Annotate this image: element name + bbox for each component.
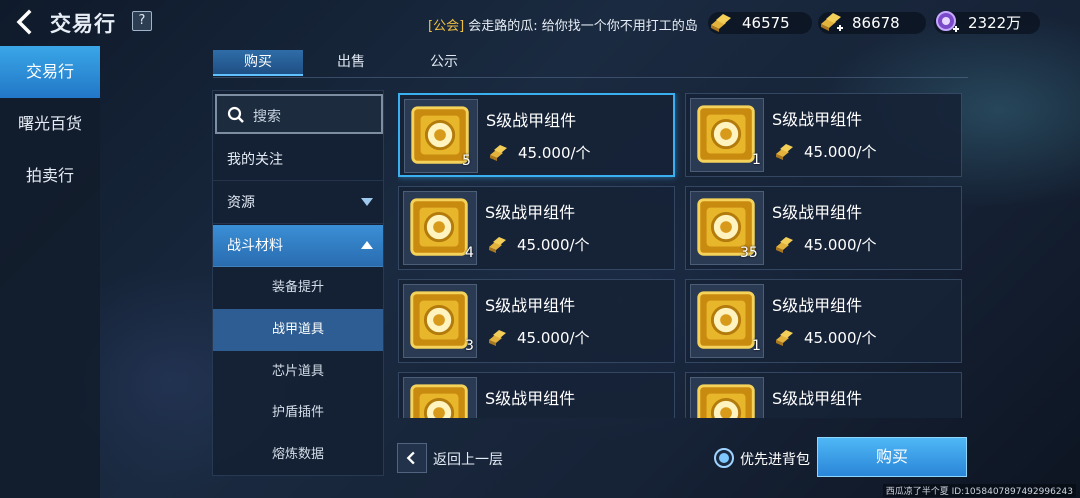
item-card[interactable]: S级战甲组件	[398, 372, 675, 418]
subcategory-chip-items[interactable]: 芯片道具	[213, 351, 383, 393]
item-price: 45.000/个	[518, 144, 591, 162]
category-label: 资源	[227, 195, 255, 211]
item-name: S级战甲组件	[485, 296, 576, 315]
item-card[interactable]: 3 S级战甲组件 45.000/个	[398, 279, 675, 363]
item-card[interactable]: 4 S级战甲组件 45.000/个	[398, 186, 675, 270]
category-combat-materials[interactable]: 战斗材料	[213, 225, 383, 267]
search-icon	[227, 106, 244, 123]
search-placeholder: 搜索	[253, 109, 281, 125]
item-price: 45.000/个	[804, 236, 877, 254]
subcategory-shield-plugins[interactable]: 护盾插件	[213, 392, 383, 434]
nav-item-trading[interactable]: 交易行	[0, 46, 100, 98]
tab-sell[interactable]: 出售	[306, 50, 396, 76]
currency-crystal[interactable]: 2322万	[934, 11, 1040, 34]
nav-item-auction[interactable]: 拍卖行	[0, 150, 100, 202]
item-price: 45.000/个	[804, 329, 877, 347]
item-name: S级战甲组件	[485, 203, 576, 222]
divider	[213, 77, 968, 78]
item-card[interactable]: 1 S级战甲组件 45.000/个	[685, 279, 962, 363]
gold-bars-icon	[490, 145, 507, 161]
item-card[interactable]: 5 S级战甲组件 45.000/个	[398, 93, 675, 177]
armor-component-icon	[410, 384, 468, 418]
armor-component-icon	[697, 384, 755, 418]
chevron-up-icon	[361, 241, 373, 249]
subcategory-equipment-upgrade[interactable]: 装备提升	[213, 267, 383, 309]
search-input[interactable]: 搜索	[215, 94, 383, 134]
item-name: S级战甲组件	[486, 111, 577, 130]
back-arrow-icon[interactable]	[12, 9, 38, 35]
item-icon	[690, 377, 764, 418]
subcategory-armor-items[interactable]: 战甲道具	[213, 309, 383, 351]
back-level-label[interactable]: 返回上一层	[433, 449, 503, 469]
category-label: 我的关注	[227, 152, 283, 168]
category-resources[interactable]: 资源	[213, 182, 383, 224]
top-bar: 交易行 ? [公会] 会走路的瓜: 给你找一个你不用打工的岛 46575 866…	[0, 0, 1080, 44]
watermark-id: 西瓜凉了半个夏 ID:1058407897492996243	[882, 484, 1076, 497]
subcategory-smelting-data[interactable]: 熔炼数据	[213, 434, 383, 475]
gold-bars-icon	[489, 237, 506, 253]
item-icon	[403, 377, 477, 418]
item-name: S级战甲组件	[772, 110, 863, 129]
priority-backpack-radio[interactable]	[714, 448, 734, 468]
gold-bars-plus-icon	[821, 13, 843, 31]
category-label: 战斗材料	[227, 238, 283, 254]
nav-item-dawn-store[interactable]: 曙光百货	[0, 98, 100, 150]
category-panel: 搜索 我的关注 资源 战斗材料 装备提升 战甲道具 芯片道具 护盾插件 熔炼数据	[212, 90, 384, 476]
item-price: 45.000/个	[804, 143, 877, 161]
crystal-plus-icon	[936, 11, 959, 32]
currency-gold[interactable]: 46575	[708, 12, 812, 34]
priority-backpack-label[interactable]: 优先进背包	[740, 449, 810, 469]
left-nav: 交易行 曙光百货 拍卖行	[0, 44, 100, 498]
buy-button[interactable]: 购买	[817, 437, 967, 477]
item-name: S级战甲组件	[485, 389, 576, 408]
gold-bars-icon	[489, 330, 506, 346]
item-card[interactable]: S级战甲组件	[685, 372, 962, 418]
currency-value: 46575	[742, 14, 790, 32]
item-name: S级战甲组件	[772, 296, 863, 315]
chevron-down-icon	[361, 198, 373, 206]
chat-channel-tag: [公会]	[428, 19, 465, 34]
gold-bars-icon	[776, 144, 793, 160]
item-card[interactable]: 35 S级战甲组件 45.000/个	[685, 186, 962, 270]
item-grid: 5 S级战甲组件 45.000/个 1 S级战甲组件 45.000/个 4 S级…	[398, 93, 964, 418]
item-name: S级战甲组件	[772, 203, 863, 222]
item-price: 45.000/个	[517, 236, 590, 254]
category-favorites[interactable]: 我的关注	[213, 139, 383, 181]
chevron-left-icon	[406, 451, 415, 465]
item-name: S级战甲组件	[772, 389, 863, 408]
tab-public[interactable]: 公示	[399, 50, 489, 76]
gold-bars-icon	[711, 14, 731, 32]
gold-bars-icon	[776, 237, 793, 253]
currency-value: 86678	[852, 14, 900, 32]
back-level-button[interactable]	[397, 443, 427, 473]
item-price: 45.000/个	[517, 329, 590, 347]
help-icon[interactable]: ?	[132, 11, 152, 31]
currency-value: 2322万	[968, 14, 1022, 32]
currency-gold-2[interactable]: 86678	[818, 12, 926, 34]
chat-text: 会走路的瓜: 给你找一个你不用打工的岛	[464, 19, 698, 34]
guild-chat-message[interactable]: [公会] 会走路的瓜: 给你找一个你不用打工的岛	[428, 15, 718, 35]
gold-bars-icon	[776, 330, 793, 346]
page-title: 交易行	[50, 12, 116, 36]
tab-buy[interactable]: 购买	[213, 50, 303, 76]
item-card[interactable]: 1 S级战甲组件 45.000/个	[685, 93, 962, 177]
